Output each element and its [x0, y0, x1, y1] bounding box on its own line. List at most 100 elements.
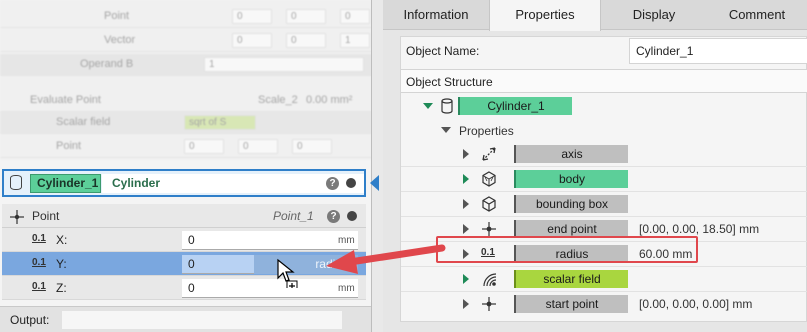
- axis-label: Z:: [56, 281, 67, 295]
- unit-label: mm: [338, 283, 355, 294]
- expand-icon[interactable]: [463, 299, 469, 309]
- tree-item-start-point[interactable]: start point [0.00, 0.00, 0.00] mm: [401, 292, 807, 316]
- output-field[interactable]: [62, 311, 342, 329]
- tab-information[interactable]: Information: [383, 0, 489, 30]
- faded-row-label: Evaluate Point: [30, 94, 101, 106]
- faded-row: Operand B 1: [0, 54, 371, 76]
- properties-group-label: Properties: [459, 124, 514, 138]
- faded-row-label: Vector: [104, 34, 136, 46]
- point-node: Point Point_1 ? 0.1 X: 0 mm 0.1 Y: 0 rad…: [2, 204, 366, 300]
- bounding-box-icon: [482, 196, 496, 212]
- tab-display[interactable]: Display: [601, 0, 707, 30]
- object-structure-header: Object Structure: [401, 69, 807, 93]
- faded-row: Point 0 0 0: [0, 136, 371, 158]
- radius-highlight-box: [436, 236, 698, 263]
- mouse-cursor-icon: [277, 258, 298, 288]
- coordinate-row-z: 0.1 Z: 0 mm: [2, 276, 366, 300]
- faded-row-label: Point: [56, 140, 82, 152]
- drag-arrow-icon: [326, 244, 446, 274]
- status-dot-icon: [346, 178, 356, 188]
- inspector-panel: Information Properties Display Comment O…: [383, 0, 807, 332]
- item-label: start point: [514, 295, 628, 313]
- tree-item-bounding-box[interactable]: bounding box: [401, 192, 807, 216]
- output-bar: Output:: [0, 306, 371, 332]
- faded-cell: 0: [232, 33, 272, 48]
- scalar-icon: 0.1: [32, 281, 46, 292]
- properties-pane: Object Name: Cylinder_1 Object Structure…: [400, 36, 807, 322]
- output-label: Output:: [10, 313, 50, 327]
- coordinate-row-y: 0.1 Y: 0 radius: [2, 252, 366, 276]
- item-label: scalar field: [514, 270, 628, 288]
- scalar-icon: 0.1: [32, 233, 46, 244]
- point-node-label: Point: [32, 209, 60, 223]
- node-type: Cylinder: [102, 174, 364, 193]
- faded-row-label: Operand B: [80, 58, 134, 70]
- collapse-icon[interactable]: [423, 103, 433, 109]
- coordinate-row-x: 0.1 X: 0 mm: [2, 228, 366, 252]
- faded-cell: 0: [286, 33, 326, 48]
- object-name-label: Object Name:: [406, 44, 480, 58]
- node-name[interactable]: Cylinder_1: [30, 174, 101, 193]
- expand-icon[interactable]: [463, 224, 469, 234]
- object-name-input[interactable]: Cylinder_1: [629, 38, 807, 64]
- expand-icon[interactable]: [463, 149, 469, 159]
- item-value: [0.00, 0.00, 18.50] mm: [639, 222, 760, 236]
- axis-label: Y:: [56, 257, 67, 271]
- status-dot-icon: [347, 211, 357, 221]
- item-label: body: [514, 170, 628, 188]
- expand-icon[interactable]: [463, 174, 469, 184]
- tree-item-axis[interactable]: axis: [401, 142, 807, 166]
- tab-comment[interactable]: Comment: [707, 0, 807, 30]
- object-structure-title: Object Structure: [406, 75, 493, 89]
- faded-cell: 1: [340, 33, 370, 48]
- item-label: axis: [514, 145, 628, 163]
- scalar-field-icon: [483, 273, 497, 287]
- point-node-header[interactable]: Point Point_1 ?: [2, 204, 366, 228]
- point-icon: [10, 210, 24, 224]
- help-icon[interactable]: ?: [327, 210, 340, 223]
- faded-cell: 0: [292, 139, 332, 154]
- cylinder-node[interactable]: Cylinder_1 Cylinder ?: [2, 169, 366, 197]
- cylinder-icon: [441, 98, 453, 114]
- point-node-name: Point_1: [273, 209, 314, 223]
- tree-root-label: Cylinder_1: [458, 97, 572, 115]
- faded-row: Vector 0 0 1: [0, 30, 371, 52]
- expand-icon[interactable]: [463, 199, 469, 209]
- tree-properties-group[interactable]: Properties: [401, 118, 807, 142]
- faded-row-label: Point: [104, 10, 130, 22]
- z-value-input[interactable]: 0: [182, 279, 358, 298]
- faded-background-nodes: Point 0 0 0 Vector 0 0 1 Operand B 1 Eva…: [0, 0, 371, 160]
- axis-icon: [482, 147, 496, 161]
- faded-cell: 0: [232, 9, 272, 24]
- faded-row: Scalar field sqrt of S: [0, 112, 371, 134]
- help-icon[interactable]: ?: [326, 177, 339, 190]
- faded-row: Point 0 0 0: [0, 6, 371, 28]
- faded-cell: 0: [238, 139, 278, 154]
- tree-item-scalar-field[interactable]: scalar field: [401, 267, 807, 291]
- selection-pointer-icon: [370, 175, 379, 191]
- item-label: bounding box: [514, 195, 628, 213]
- tree-root-cylinder[interactable]: Cylinder_1: [401, 94, 807, 118]
- point-icon: [482, 222, 496, 236]
- expand-icon[interactable]: [463, 274, 469, 284]
- faded-cell: 0: [286, 9, 326, 24]
- faded-cell: sqrt of S: [184, 115, 256, 130]
- faded-row-value: Scale_2: [258, 94, 298, 106]
- tab-properties[interactable]: Properties: [489, 0, 601, 31]
- body-icon: [482, 171, 496, 187]
- scalar-icon: 0.1: [32, 257, 46, 268]
- faded-cell: 1: [204, 57, 364, 72]
- faded-cell: 0: [184, 139, 224, 154]
- faded-row: Evaluate Point Scale_2 0.00 mm²: [0, 90, 371, 112]
- tree-item-body[interactable]: body: [401, 167, 807, 191]
- axis-label: X:: [56, 233, 68, 247]
- scene-graph-panel: Point 0 0 0 Vector 0 0 1 Operand B 1 Eva…: [0, 0, 372, 332]
- point-icon: [482, 297, 496, 311]
- tab-bar: Information Properties Display Comment: [383, 0, 807, 31]
- item-value: [0.00, 0.00, 0.00] mm: [639, 297, 753, 311]
- collapse-icon[interactable]: [441, 127, 451, 133]
- cylinder-icon: [10, 175, 22, 190]
- faded-row-value: 0.00 mm²: [306, 94, 353, 106]
- faded-row-label: Scalar field: [56, 116, 111, 128]
- faded-cell: 0: [340, 9, 370, 24]
